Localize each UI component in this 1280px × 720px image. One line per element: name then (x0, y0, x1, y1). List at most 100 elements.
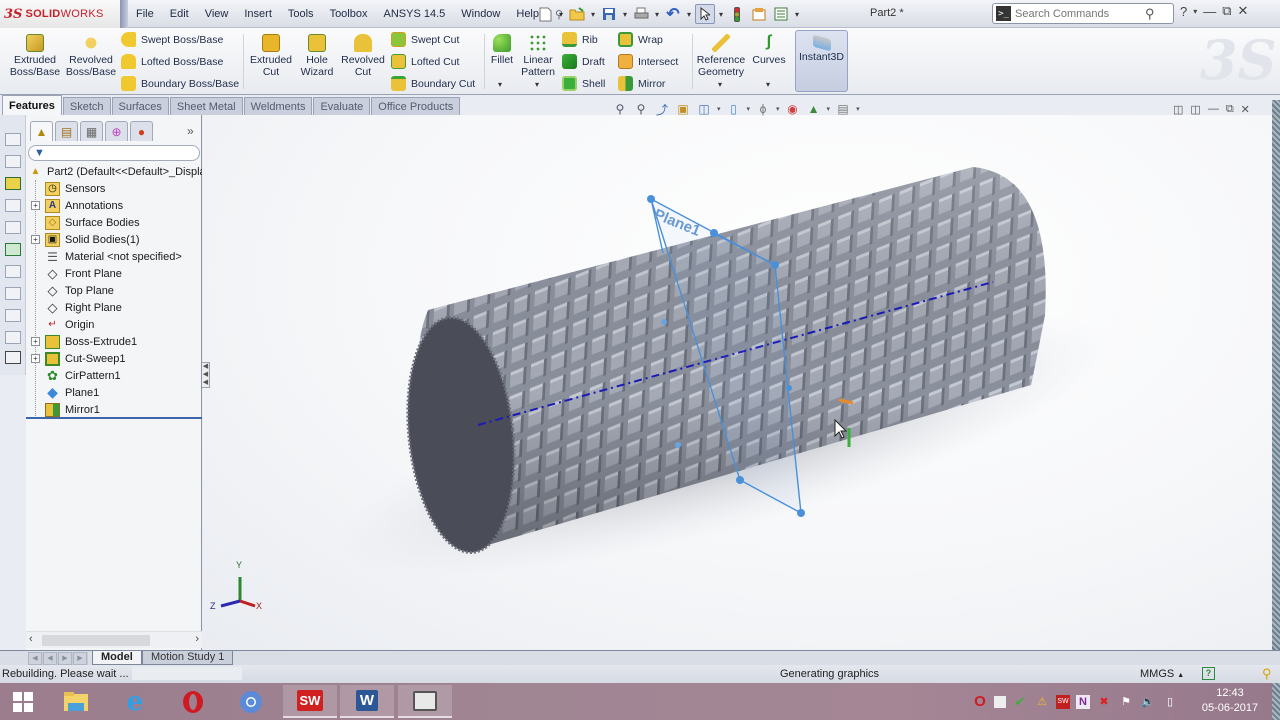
scrollbar-thumb[interactable] (42, 635, 150, 646)
linear-pattern-button[interactable]: Linear Pattern (520, 34, 556, 78)
lofted-boss-button[interactable]: Lofted Boss/Base (121, 54, 223, 69)
plane-handle[interactable] (786, 385, 792, 391)
tab-weldments[interactable]: Weldments (243, 97, 313, 115)
tab-model[interactable]: Model (92, 651, 142, 665)
reference-geometry-dropdown[interactable]: ▾ (718, 80, 722, 89)
prev-tab-button[interactable]: ◀ (43, 652, 57, 665)
start-button[interactable] (0, 685, 46, 718)
solidworks-tray-icon[interactable]: SW (1056, 694, 1070, 709)
tab-surfaces[interactable]: Surfaces (111, 97, 169, 115)
expand-toggle[interactable]: + (31, 354, 40, 363)
screen-recorder-taskbar-button[interactable] (398, 685, 452, 718)
shell-button[interactable]: Shell (562, 76, 605, 91)
boundary-boss-button[interactable]: Boundary Boss/Base (121, 76, 239, 91)
select-dropdown[interactable]: ▾ (717, 10, 725, 19)
solidworks-logo[interactable]: 3S SOLIDWORKS (0, 0, 120, 28)
draft-button[interactable]: Draft (562, 54, 605, 69)
new-dropdown[interactable]: ▾ (557, 10, 565, 19)
next-tab-button[interactable]: ▶ (58, 652, 72, 665)
property-manager-tab[interactable]: ▤ (55, 121, 78, 141)
reference-geometry-button[interactable]: Reference Geometry (696, 34, 746, 78)
grid-layout-icon[interactable] (5, 351, 21, 364)
tree-item-right-plane[interactable]: ◇ Right Plane (26, 299, 202, 316)
tree-item-top-plane[interactable]: ◇ Top Plane (26, 282, 202, 299)
previous-view-icon[interactable]: ⤴ (654, 101, 670, 118)
tree-item-material[interactable]: ☰ Material <not specified> (26, 248, 202, 265)
viewport-close-button[interactable]: ✕ (1241, 103, 1250, 116)
pin-icon[interactable]: ⚲ (1262, 666, 1272, 682)
revolved-boss-button[interactable]: Revolved Boss/Base (64, 34, 118, 78)
linear-pattern-dropdown[interactable]: ▾ (535, 80, 539, 89)
expand-toggle[interactable]: + (31, 337, 40, 346)
dimxpert-manager-tab[interactable]: ⊕ (105, 121, 128, 141)
fillet-dropdown[interactable]: ▾ (498, 80, 502, 89)
table-tool-3-icon[interactable] (5, 309, 21, 322)
display-manager-tab[interactable]: ● (130, 121, 153, 141)
tab-office-products[interactable]: Office Products (371, 97, 461, 115)
plane-handle[interactable] (736, 476, 744, 484)
tree-item-plane1[interactable]: ◆ Plane1 (26, 384, 202, 401)
antivirus-check-icon[interactable]: ✔ (1012, 694, 1028, 710)
tree-filter-input[interactable]: ▼ (28, 145, 200, 161)
view-settings-icon[interactable]: ▤ (835, 102, 851, 116)
view-icon[interactable] (5, 155, 21, 168)
tree-item-annotations[interactable]: + A Annotations (26, 197, 202, 214)
table-tool-4-icon[interactable] (5, 331, 21, 344)
hide-show-dropdown[interactable]: ▾ (776, 105, 780, 113)
rebuild-traffic-light-icon[interactable] (727, 4, 747, 24)
plane-handle[interactable] (771, 261, 779, 269)
select-pointer-icon[interactable] (695, 4, 715, 24)
last-tab-button[interactable]: ▶ (73, 652, 87, 665)
feature-manager-tab[interactable]: ▲ (30, 121, 53, 141)
extruded-boss-button[interactable]: Extruded Boss/Base (10, 34, 60, 78)
menu-edit[interactable]: Edit (162, 8, 197, 20)
print-icon[interactable] (631, 4, 651, 24)
zoom-to-fit-icon[interactable]: ⚲ (612, 102, 628, 116)
more-tabs-icon[interactable]: » (187, 124, 194, 138)
table-insert-icon[interactable] (5, 243, 21, 256)
revolved-cut-button[interactable]: Revolved Cut (340, 34, 386, 78)
plane-handle[interactable] (675, 442, 681, 448)
tree-item-front-plane[interactable]: ◇ Front Plane (26, 265, 202, 282)
viewport-minimize-button[interactable]: — (1208, 103, 1219, 116)
options-dropdown[interactable]: ▾ (793, 10, 801, 19)
swept-boss-button[interactable]: Swept Boss/Base (121, 32, 223, 47)
menu-insert[interactable]: Insert (236, 8, 280, 20)
curves-button[interactable]: ∫ Curves (750, 34, 788, 67)
menu-file[interactable]: File (128, 8, 162, 20)
model-view[interactable]: Plane1 Y Z X (203, 115, 1273, 650)
tab-sheet-metal[interactable]: Sheet Metal (169, 97, 243, 115)
app-tray-icon[interactable] (994, 695, 1006, 708)
menu-view[interactable]: View (197, 8, 237, 20)
expand-toggle[interactable]: + (31, 201, 40, 210)
flyout-handle[interactable] (120, 0, 128, 28)
zoom-to-area-icon[interactable]: ⚲ (633, 102, 649, 116)
instant3d-button[interactable]: Instant3D (795, 30, 848, 92)
table-tool-icon[interactable] (5, 265, 21, 278)
plane-handle[interactable] (797, 509, 805, 517)
file-properties-icon[interactable] (749, 4, 769, 24)
search-commands-input[interactable] (1015, 7, 1145, 20)
tree-item-cirpattern1[interactable]: ✿ CirPattern1 (26, 367, 202, 384)
onenote-icon[interactable]: N (1076, 694, 1090, 709)
part-feature-icon[interactable] (5, 177, 21, 190)
plane-handle[interactable] (710, 229, 718, 237)
tab-evaluate[interactable]: Evaluate (313, 97, 371, 115)
design-library-icon[interactable] (5, 199, 21, 212)
opera-taskbar-button[interactable] (170, 685, 216, 718)
view-settings-dropdown[interactable]: ▾ (856, 105, 860, 113)
tree-item-surface-bodies[interactable]: ◇ Surface Bodies (26, 214, 202, 231)
swept-cut-button[interactable]: Swept Cut (391, 32, 459, 47)
tree-root-part[interactable]: ▲ Part2 (Default<<Default>_Display State… (26, 163, 202, 180)
first-tab-button[interactable]: ◀ (28, 652, 42, 665)
search-icon[interactable]: ⚲ (1145, 6, 1155, 22)
action-center-flag-icon[interactable]: ⚑ (1118, 694, 1134, 710)
network-disconnected-icon[interactable]: ✖ (1096, 694, 1112, 710)
menu-ansys[interactable]: ANSYS 14.5 (375, 8, 453, 20)
battery-icon[interactable]: ▯ (1162, 694, 1178, 710)
scroll-right-icon[interactable]: › (195, 633, 199, 645)
tree-item-solid-bodies[interactable]: + ▣ Solid Bodies(1) (26, 231, 202, 248)
hole-wizard-button[interactable]: Hole Wizard (298, 34, 336, 78)
units-selector[interactable]: MMGS ▲ (1140, 668, 1184, 680)
tab-sketch[interactable]: Sketch (62, 97, 111, 115)
